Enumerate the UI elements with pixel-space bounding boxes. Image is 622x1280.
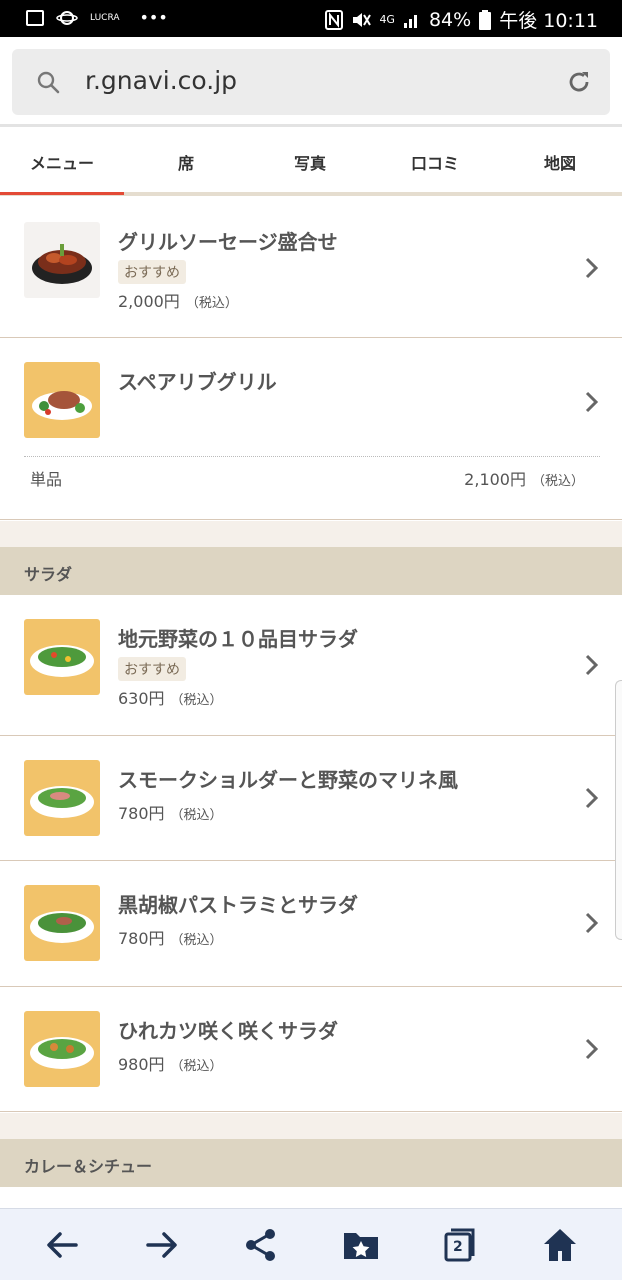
spacer [0, 1113, 622, 1139]
price-value: 780円 [118, 804, 165, 823]
item-price: 780円 （税込） [118, 800, 223, 824]
menu-item[interactable]: 黒胡椒パストラミとサラダ 780円 （税込） [0, 861, 622, 987]
network-type-label: 4G [379, 13, 395, 26]
chevron-right-icon [585, 391, 599, 413]
tab-photos[interactable]: 写真 [248, 150, 372, 174]
spacer [0, 521, 622, 547]
nfc-icon [325, 9, 344, 30]
signal-icon [403, 14, 417, 28]
mute-icon [353, 12, 372, 27]
item-price: 630円 （税込） [118, 685, 223, 709]
divider [24, 456, 600, 457]
item-thumbnail [24, 885, 100, 961]
chevron-right-icon [585, 257, 599, 279]
tax-note: （税込） [170, 933, 223, 948]
clock: 午後 10:11 [499, 10, 598, 32]
browser-url-bar: r.gnavi.co.jp [0, 37, 622, 127]
item-thumbnail [24, 760, 100, 836]
browser-bottom-nav: 2 [0, 1208, 622, 1280]
url-text[interactable]: r.gnavi.co.jp [85, 66, 237, 95]
item-price: 980円 （税込） [118, 1051, 223, 1075]
chevron-right-icon [585, 1038, 599, 1060]
item-title: 地元野菜の１０品目サラダ [118, 627, 358, 651]
arrow-right-icon[interactable] [142, 1225, 182, 1265]
home-icon[interactable] [540, 1225, 580, 1265]
menu-item[interactable]: スペアリブグリル 単品 2,100円 （税込） [0, 338, 622, 520]
chevron-right-icon [585, 787, 599, 809]
tax-note: （税込） [170, 808, 223, 823]
battery-percent: 84% [428, 8, 472, 31]
item-thumbnail [24, 362, 100, 438]
item-title: グリルソーセージ盛合せ [118, 230, 338, 254]
item-title: ひれカツ咲く咲くサラダ [118, 1019, 338, 1043]
menu-tabs: メニュー 席 写真 口コミ 地図 [0, 130, 622, 196]
section-title: サラダ [24, 565, 73, 584]
price-value: 780円 [118, 929, 165, 948]
url-field[interactable]: r.gnavi.co.jp [12, 49, 610, 115]
more-notifications-icon: ••• [139, 8, 168, 27]
chevron-right-icon [585, 912, 599, 934]
tab-reviews[interactable]: 口コミ [373, 150, 497, 174]
active-tab-indicator [0, 192, 124, 195]
tax-note: （税込） [170, 693, 223, 708]
tax-note: （税込） [531, 474, 584, 489]
section-title: カレー＆シチュー [24, 1157, 153, 1176]
bookmark-folder-icon[interactable] [341, 1225, 381, 1265]
section-header-curry: カレー＆シチュー [0, 1139, 622, 1187]
item-price: 2,000円 （税込） [118, 288, 238, 312]
menu-item[interactable]: グリルソーセージ盛合せ おすすめ 2,000円 （税込） [0, 200, 622, 338]
arrow-left-icon[interactable] [42, 1225, 82, 1265]
section-header-salad: サラダ [0, 547, 622, 595]
variant-label: 単品 [30, 470, 63, 489]
status-left: LUCRA ••• [26, 8, 168, 27]
item-title: 黒胡椒パストラミとサラダ [118, 893, 358, 917]
chevron-right-icon [585, 654, 599, 676]
menu-item[interactable]: ひれカツ咲く咲くサラダ 980円 （税込） [0, 987, 622, 1112]
item-thumbnail [24, 1011, 100, 1087]
tabs-icon[interactable]: 2 [440, 1225, 480, 1265]
item-thumbnail [24, 222, 100, 298]
tab-map[interactable]: 地図 [498, 150, 622, 174]
tab-count: 2 [453, 1239, 463, 1255]
tab-seats[interactable]: 席 [124, 150, 248, 174]
price-value: 2,100円 [464, 470, 526, 489]
item-title: スペアリブグリル [118, 370, 277, 394]
menu-item[interactable]: スモークショルダーと野菜のマリネ風 780円 （税込） [0, 736, 622, 861]
menu-item[interactable]: 地元野菜の１０品目サラダ おすすめ 630円 （税込） [0, 595, 622, 736]
share-icon[interactable] [241, 1225, 281, 1265]
item-price: 780円 （税込） [118, 925, 223, 949]
tax-note: （税込） [170, 1059, 223, 1074]
status-bar: LUCRA ••• 4G 84% 午後 10:11 [0, 0, 622, 37]
tab-menu[interactable]: メニュー [0, 150, 124, 174]
price-value: 2,000円 [118, 292, 180, 311]
variant-price: 2,100円 （税込） [464, 466, 584, 490]
tax-note: （税込） [185, 296, 238, 311]
scroll-handle[interactable] [615, 680, 622, 940]
recommend-badge: おすすめ [118, 260, 186, 284]
carrier-label: LUCRA [90, 12, 120, 23]
planet-icon [56, 10, 78, 25]
reload-icon[interactable] [566, 69, 592, 95]
price-value: 630円 [118, 689, 165, 708]
battery-icon [479, 9, 492, 30]
status-right: 4G 84% 午後 10:11 [325, 6, 598, 33]
item-thumbnail [24, 619, 100, 695]
search-icon [37, 71, 60, 94]
item-title: スモークショルダーと野菜のマリネ風 [118, 768, 458, 792]
gallery-icon [26, 9, 44, 26]
price-value: 980円 [118, 1055, 165, 1074]
recommend-badge: おすすめ [118, 657, 186, 681]
